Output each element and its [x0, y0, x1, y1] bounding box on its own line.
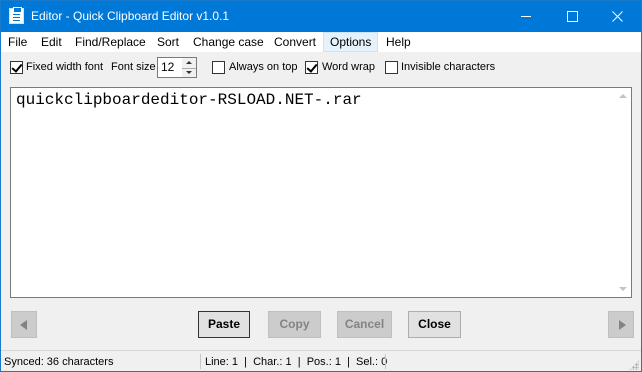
menu-find-replace[interactable]: Find/Replace	[75, 32, 146, 52]
word-wrap-checkbox[interactable]	[305, 61, 318, 74]
menu-change-case[interactable]: Change case	[193, 32, 264, 52]
close-window-button[interactable]	[595, 1, 641, 32]
menu-file[interactable]: File	[8, 32, 27, 52]
always-on-top-label: Always on top	[229, 61, 298, 73]
close-button[interactable]: Close	[408, 311, 461, 338]
editor-window: Editor - Quick Clipboard Editor v1.0.1 F…	[0, 0, 642, 372]
font-size-input[interactable]: 12	[157, 57, 183, 78]
next-button[interactable]	[608, 311, 634, 338]
title-bar[interactable]: Editor - Quick Clipboard Editor v1.0.1	[1, 1, 641, 32]
status-divider	[385, 354, 386, 369]
font-size-stepper	[182, 57, 197, 78]
menu-sort[interactable]: Sort	[157, 32, 179, 52]
scroll-down-arrow-icon[interactable]	[619, 287, 627, 291]
font-size-label: Font size	[111, 61, 156, 73]
paste-button[interactable]: Paste	[198, 311, 250, 338]
resize-grip-icon[interactable]	[629, 360, 639, 370]
invisible-characters-label: Invisible characters	[401, 61, 496, 73]
menu-edit[interactable]: Edit	[41, 32, 62, 52]
minimize-button[interactable]	[503, 1, 549, 32]
synced-status: Synced: 36 characters	[4, 356, 114, 368]
previous-button[interactable]	[11, 311, 37, 338]
window-title: Editor - Quick Clipboard Editor v1.0.1	[31, 9, 230, 23]
menu-help[interactable]: Help	[386, 32, 411, 52]
copy-button[interactable]: Copy	[268, 311, 321, 338]
text-editor[interactable]: quickclipboardeditor-RSLOAD.NET-.rar	[10, 87, 632, 298]
scroll-up-arrow-icon[interactable]	[619, 94, 627, 98]
word-wrap-label: Word wrap	[322, 61, 375, 73]
menu-convert[interactable]: Convert	[274, 32, 316, 52]
invisible-characters-checkbox[interactable]	[385, 61, 398, 74]
fixed-width-font-label: Fixed width font	[26, 61, 104, 73]
maximize-icon	[567, 11, 578, 22]
close-icon	[612, 11, 623, 22]
fixed-width-font-checkbox[interactable]	[10, 61, 23, 74]
vertical-scrollbar[interactable]	[614, 88, 631, 297]
status-bar: Synced: 36 characters Line: 1 | Char.: 1…	[1, 350, 641, 371]
clipboard-icon	[9, 7, 24, 24]
cursor-position-status: Line: 1 | Char.: 1 | Pos.: 1 | Sel.: 0	[205, 356, 388, 368]
font-size-decrease-button[interactable]	[182, 68, 196, 78]
maximize-button[interactable]	[549, 1, 595, 32]
cancel-button[interactable]: Cancel	[337, 311, 392, 338]
minimize-icon	[521, 16, 531, 17]
arrow-right-icon	[619, 320, 626, 330]
menu-options[interactable]: Options	[323, 32, 379, 52]
menu-bar: File Edit Find/Replace Sort Change case …	[1, 32, 641, 52]
status-divider	[200, 354, 201, 369]
always-on-top-checkbox[interactable]	[212, 61, 225, 74]
options-toolbar: Fixed width font Font size 12 Always on …	[1, 52, 641, 85]
arrow-left-icon	[20, 320, 27, 330]
editor-content[interactable]: quickclipboardeditor-RSLOAD.NET-.rar	[16, 91, 362, 109]
